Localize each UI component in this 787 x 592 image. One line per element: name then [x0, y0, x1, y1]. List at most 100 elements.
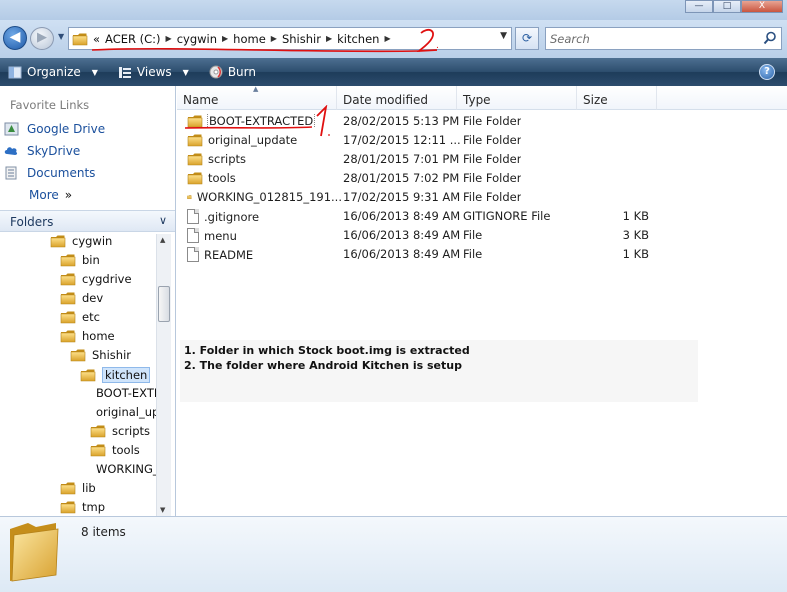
column-filler [657, 86, 787, 110]
file-row[interactable]: README 16/06/2013 8:49 AM File 1 KB [177, 245, 787, 264]
file-name-label: README [204, 247, 254, 262]
breadcrumb-cygwin[interactable]: cygwin [177, 32, 217, 46]
file-icon [187, 228, 199, 243]
favorite-google-drive[interactable]: Google Drive [4, 122, 105, 136]
favorite-skydrive[interactable]: SkyDrive [4, 144, 80, 158]
folder-icon [60, 291, 76, 305]
chevron-right-icon[interactable]: ▶ [222, 34, 228, 43]
file-date: 16/06/2013 8:49 AM [343, 228, 461, 242]
column-type[interactable]: Type [457, 86, 577, 110]
search-box[interactable]: Search [545, 27, 782, 50]
help-button[interactable]: ? [759, 64, 775, 80]
tree-item[interactable]: cygdrive [60, 272, 156, 286]
file-type: File Folder [463, 114, 522, 128]
folder-icon [187, 152, 203, 166]
breadcrumb-home[interactable]: home [233, 32, 266, 46]
tree-item-label: tools [112, 443, 140, 457]
address-dropdown-icon[interactable]: ▼ [500, 31, 507, 41]
minimize-button[interactable]: — [685, 0, 713, 13]
file-date: 17/02/2015 9:31 AM [343, 190, 461, 204]
tree-item[interactable]: tmp [60, 500, 156, 514]
breadcrumb-drive[interactable]: ACER (C:) [105, 32, 160, 46]
file-row[interactable]: .gitignore 16/06/2013 8:49 AM GITIGNORE Fi… [177, 207, 787, 226]
chevron-right-icon[interactable]: ▶ [384, 34, 390, 43]
file-row[interactable]: WORKING_012815_191... 17/02/2015 9:31 AM F… [177, 188, 787, 207]
file-name[interactable]: README [187, 247, 342, 262]
file-name[interactable]: WORKING_012815_191... [187, 190, 342, 204]
file-row[interactable]: menu 16/06/2013 8:49 AM File 3 KB [177, 226, 787, 245]
refresh-icon: ⟳ [521, 31, 533, 45]
file-name[interactable]: BOOT-EXTRACTED [187, 114, 342, 128]
tree-item[interactable]: BOOT-EXTRACTED [90, 386, 156, 400]
tree-item[interactable]: dev [60, 291, 156, 305]
tree-item[interactable]: etc [60, 310, 156, 324]
folders-header[interactable]: Folders ∨ [0, 210, 175, 232]
file-date: 28/01/2015 7:02 PM [343, 171, 460, 185]
file-name[interactable]: scripts [187, 152, 342, 166]
favorite-documents[interactable]: Documents [4, 166, 95, 180]
search-icon[interactable] [763, 31, 777, 45]
scrollbar-thumb[interactable] [158, 286, 170, 322]
file-date: 28/02/2015 5:13 PM [343, 114, 460, 128]
scroll-up-icon[interactable]: ▲ [160, 236, 165, 244]
tree-item[interactable]: cygwin [50, 234, 156, 248]
column-name[interactable]: ▲ Name [177, 85, 337, 110]
tree-item[interactable]: lib [60, 481, 156, 495]
file-name[interactable]: tools [187, 171, 342, 185]
file-row[interactable]: original_update 17/02/2015 12:11 ... File … [177, 131, 787, 150]
refresh-button[interactable]: ⟳ [515, 27, 539, 50]
folder-icon [60, 500, 76, 514]
recent-pages-dropdown[interactable]: ▼ [58, 32, 67, 41]
tree-item[interactable]: WORKING_012815_191 [90, 462, 156, 476]
organize-button[interactable]: Organize ▼ [8, 65, 98, 79]
column-label: Date modified [343, 93, 429, 107]
file-row[interactable]: BOOT-EXTRACTED 28/02/2015 5:13 PM File Fol… [177, 112, 787, 131]
chevron-right-icon[interactable]: ▶ [271, 34, 277, 43]
folder-icon [60, 253, 76, 267]
folder-tree-scrollbar[interactable]: ▲ ▼ [156, 234, 171, 516]
tree-item[interactable]: scripts [90, 424, 156, 438]
chevron-right-icon[interactable]: ▶ [166, 34, 172, 43]
file-name-label: scripts [208, 152, 247, 166]
tree-item-label: home [82, 329, 115, 343]
address-bar[interactable]: « ACER (C:) ▶ cygwin ▶ home ▶ Shishir ▶ … [68, 27, 512, 50]
column-label: Size [583, 93, 608, 107]
file-icon [187, 247, 199, 262]
tree-item[interactable]: kitchen [80, 367, 156, 383]
tree-item[interactable]: bin [60, 253, 156, 267]
tree-item-label: dev [82, 291, 104, 305]
maximize-button[interactable]: □ [713, 0, 741, 13]
file-name[interactable]: original_update [187, 133, 342, 147]
file-size: 3 KB [622, 228, 649, 242]
file-row[interactable]: tools 28/01/2015 7:02 PM File Folder [177, 169, 787, 188]
breadcrumb-shishir[interactable]: Shishir [282, 32, 321, 46]
tree-item-label: original_update [96, 405, 156, 419]
back-button[interactable]: ◀ [3, 26, 27, 50]
file-row[interactable]: scripts 28/01/2015 7:01 PM File Folder [177, 150, 787, 169]
favorite-more[interactable]: More » [29, 188, 72, 202]
tree-item[interactable]: tools [90, 443, 156, 457]
file-name[interactable]: .gitignore [187, 209, 342, 224]
chevron-right-icon[interactable]: ▶ [326, 34, 332, 43]
address-overflow[interactable]: « [93, 32, 100, 46]
column-size[interactable]: Size [577, 86, 657, 110]
title-bar: — □ X [0, 0, 787, 20]
tree-item[interactable]: home [60, 329, 156, 343]
tree-item-label: tmp [82, 500, 106, 514]
details-pane: 8 items [0, 516, 787, 592]
tree-item[interactable]: Shishir [70, 348, 156, 362]
tree-item[interactable]: original_update [90, 405, 156, 419]
file-name[interactable]: menu [187, 228, 342, 243]
column-date-modified[interactable]: Date modified [337, 86, 457, 110]
scroll-down-icon[interactable]: ▼ [160, 506, 165, 514]
burn-button[interactable]: Burn [209, 65, 256, 79]
search-input[interactable]: Search [550, 32, 590, 46]
window-controls: — □ X [685, 0, 783, 14]
close-button[interactable]: X [741, 0, 783, 13]
favorite-links-heading: Favorite Links [10, 98, 90, 112]
views-button[interactable]: Views ▼ [118, 65, 189, 79]
breadcrumb-kitchen[interactable]: kitchen [337, 32, 379, 46]
forward-button[interactable]: ▶ [30, 27, 54, 50]
tree-item-label: lib [82, 481, 96, 495]
file-type: File Folder [463, 171, 522, 185]
